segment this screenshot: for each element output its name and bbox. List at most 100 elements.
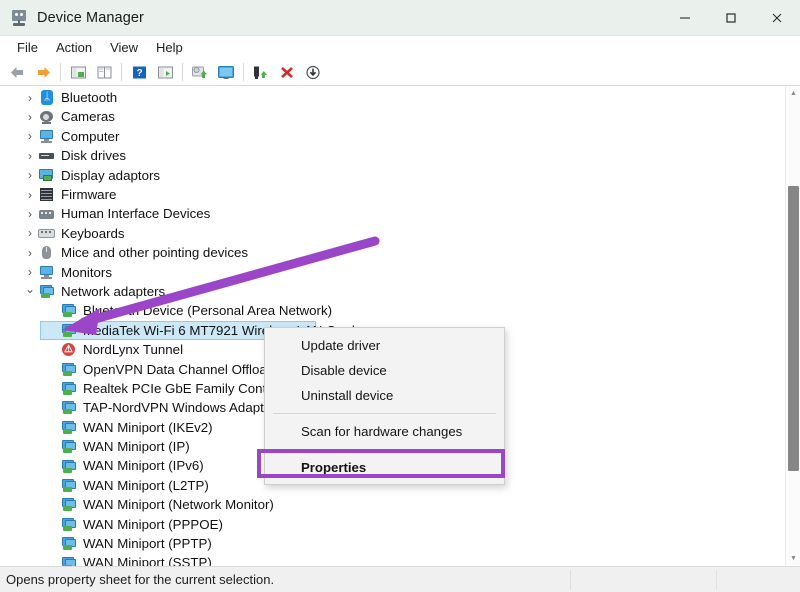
chevron-right-icon[interactable]: › bbox=[22, 227, 38, 239]
toolbar-separator-4 bbox=[243, 63, 244, 81]
tree-row-label: NordLynx Tunnel bbox=[83, 343, 183, 356]
bluetooth-icon: ᛦ bbox=[38, 90, 55, 105]
menu-action[interactable]: Action bbox=[47, 38, 101, 57]
network-adapter-icon bbox=[60, 517, 77, 532]
camera-icon bbox=[38, 110, 55, 125]
context-menu-item-scan-for-hardware-changes[interactable]: Scan for hardware changes bbox=[265, 419, 504, 444]
forward-button[interactable] bbox=[30, 60, 56, 84]
tree-row[interactable]: ⌄Network adapters bbox=[0, 282, 800, 301]
tree-row-label: OpenVPN Data Channel Offload bbox=[83, 363, 274, 376]
tree-row-label: WAN Miniport (Network Monitor) bbox=[83, 498, 274, 511]
close-button[interactable] bbox=[754, 0, 800, 35]
tree-row[interactable]: ›Monitors bbox=[0, 263, 800, 282]
tree-row[interactable]: › Mice and other pointing devices bbox=[0, 243, 800, 262]
tree-row-label: Keyboards bbox=[61, 227, 125, 240]
tree-row-label: WAN Miniport (IKEv2) bbox=[83, 421, 213, 434]
scroll-up-arrow[interactable]: ▲ bbox=[786, 86, 800, 101]
device-manager-icon bbox=[10, 9, 28, 27]
context-menu-item-update-driver[interactable]: Update driver bbox=[265, 333, 504, 358]
tree-row-label: WAN Miniport (PPTP) bbox=[83, 537, 212, 550]
tree-row[interactable]: WAN Miniport (PPPOE) bbox=[0, 515, 800, 534]
vertical-scrollbar[interactable]: ▲ ▼ bbox=[785, 86, 800, 566]
context-menu-item-uninstall-device[interactable]: Uninstall device bbox=[265, 383, 504, 408]
chevron-right-icon[interactable]: › bbox=[22, 208, 38, 220]
toolbar-separator-3 bbox=[182, 63, 183, 81]
tree-row[interactable]: ›ᛦ Bluetooth bbox=[0, 88, 800, 107]
chevron-down-icon[interactable]: ⌄ bbox=[22, 283, 38, 295]
tree-row-label: Computer bbox=[61, 130, 119, 143]
keyboard-icon bbox=[38, 226, 55, 241]
context-menu-item-properties[interactable]: Properties bbox=[265, 455, 504, 480]
status-bar-divider-2 bbox=[716, 570, 717, 590]
computer-icon bbox=[38, 129, 55, 144]
disable-device-button[interactable] bbox=[300, 60, 326, 84]
title-bar: Device Manager bbox=[0, 0, 800, 36]
tree-row-label: WAN Miniport (L2TP) bbox=[83, 479, 209, 492]
menu-view[interactable]: View bbox=[101, 38, 147, 57]
tree-row[interactable]: Bluetooth Device (Personal Area Network) bbox=[0, 301, 800, 320]
mouse-icon bbox=[38, 245, 55, 260]
tree-row[interactable]: WAN Miniport (PPTP) bbox=[0, 534, 800, 553]
network-adapter-icon bbox=[60, 478, 77, 493]
context-menu-separator-2 bbox=[273, 449, 496, 450]
tree-row[interactable]: WAN Miniport (Network Monitor) bbox=[0, 495, 800, 514]
tree-row[interactable]: › Firmware bbox=[0, 185, 800, 204]
device-manager-window: Device Manager File Action View Help bbox=[0, 0, 800, 592]
context-menu[interactable]: Update driver Disable device Uninstall d… bbox=[264, 327, 505, 485]
chevron-right-icon[interactable]: › bbox=[22, 266, 38, 278]
context-menu-item-disable-device[interactable]: Disable device bbox=[265, 358, 504, 383]
minimize-button[interactable] bbox=[662, 0, 708, 35]
tree-row-label: Display adaptors bbox=[61, 169, 160, 182]
properties-button[interactable] bbox=[91, 60, 117, 84]
chevron-right-icon[interactable]: › bbox=[22, 247, 38, 259]
network-adapter-icon bbox=[60, 497, 77, 512]
toolbar-separator-2 bbox=[121, 63, 122, 81]
disk-drive-icon bbox=[38, 148, 55, 163]
tree-row-label: Mice and other pointing devices bbox=[61, 246, 248, 259]
monitor-icon bbox=[38, 265, 55, 280]
network-adapter-icon bbox=[60, 420, 77, 435]
tree-row-label: Cameras bbox=[61, 110, 115, 123]
menu-help[interactable]: Help bbox=[147, 38, 192, 57]
tree-row[interactable]: WAN Miniport (SSTP) bbox=[0, 553, 800, 566]
help-button[interactable]: ? bbox=[126, 60, 152, 84]
tree-row-label: Bluetooth bbox=[61, 91, 117, 104]
uninstall-device-button[interactable] bbox=[274, 60, 300, 84]
device-tree[interactable]: ›ᛦBluetooth›Cameras›Computer›Disk drives… bbox=[0, 86, 800, 566]
tree-row[interactable]: › Human Interface Devices bbox=[0, 204, 800, 223]
back-button[interactable] bbox=[4, 60, 30, 84]
tree-row[interactable]: › Keyboards bbox=[0, 224, 800, 243]
tree-row[interactable]: › Cameras bbox=[0, 107, 800, 126]
scroll-down-arrow[interactable]: ▼ bbox=[786, 551, 800, 566]
chevron-right-icon[interactable]: › bbox=[22, 169, 38, 181]
enable-device-button[interactable] bbox=[248, 60, 274, 84]
tree-row-label: WAN Miniport (IP) bbox=[83, 440, 190, 453]
show-hide-console-tree-button[interactable] bbox=[65, 60, 91, 84]
context-menu-separator bbox=[273, 413, 496, 414]
tree-row[interactable]: › Display adaptors bbox=[0, 166, 800, 185]
tree-row[interactable]: › Computer bbox=[0, 127, 800, 146]
network-adapter-icon bbox=[60, 556, 77, 566]
network-adapter-icon bbox=[38, 284, 55, 299]
scan-view-button[interactable] bbox=[152, 60, 178, 84]
chevron-right-icon[interactable]: › bbox=[22, 150, 38, 162]
chevron-right-icon[interactable]: › bbox=[22, 130, 38, 142]
tree-row-label: Human Interface Devices bbox=[61, 207, 210, 220]
firmware-icon bbox=[38, 187, 55, 202]
toolbar: ? bbox=[0, 59, 800, 86]
tree-row[interactable]: ›Disk drives bbox=[0, 146, 800, 165]
maximize-button[interactable] bbox=[708, 0, 754, 35]
menu-file[interactable]: File bbox=[8, 38, 47, 57]
tree-row-label: Firmware bbox=[61, 188, 116, 201]
chevron-right-icon[interactable]: › bbox=[22, 92, 38, 104]
scrollbar-thumb[interactable] bbox=[788, 186, 799, 471]
chevron-right-icon[interactable]: › bbox=[22, 189, 38, 201]
window-controls bbox=[662, 0, 800, 35]
scan-for-hardware-changes-button[interactable] bbox=[213, 60, 239, 84]
network-adapter-icon bbox=[60, 362, 77, 377]
chevron-right-icon[interactable]: › bbox=[22, 111, 38, 123]
network-adapter-icon bbox=[60, 303, 77, 318]
network-adapter-icon bbox=[60, 536, 77, 551]
network-adapter-icon bbox=[60, 381, 77, 396]
update-driver-button[interactable] bbox=[187, 60, 213, 84]
